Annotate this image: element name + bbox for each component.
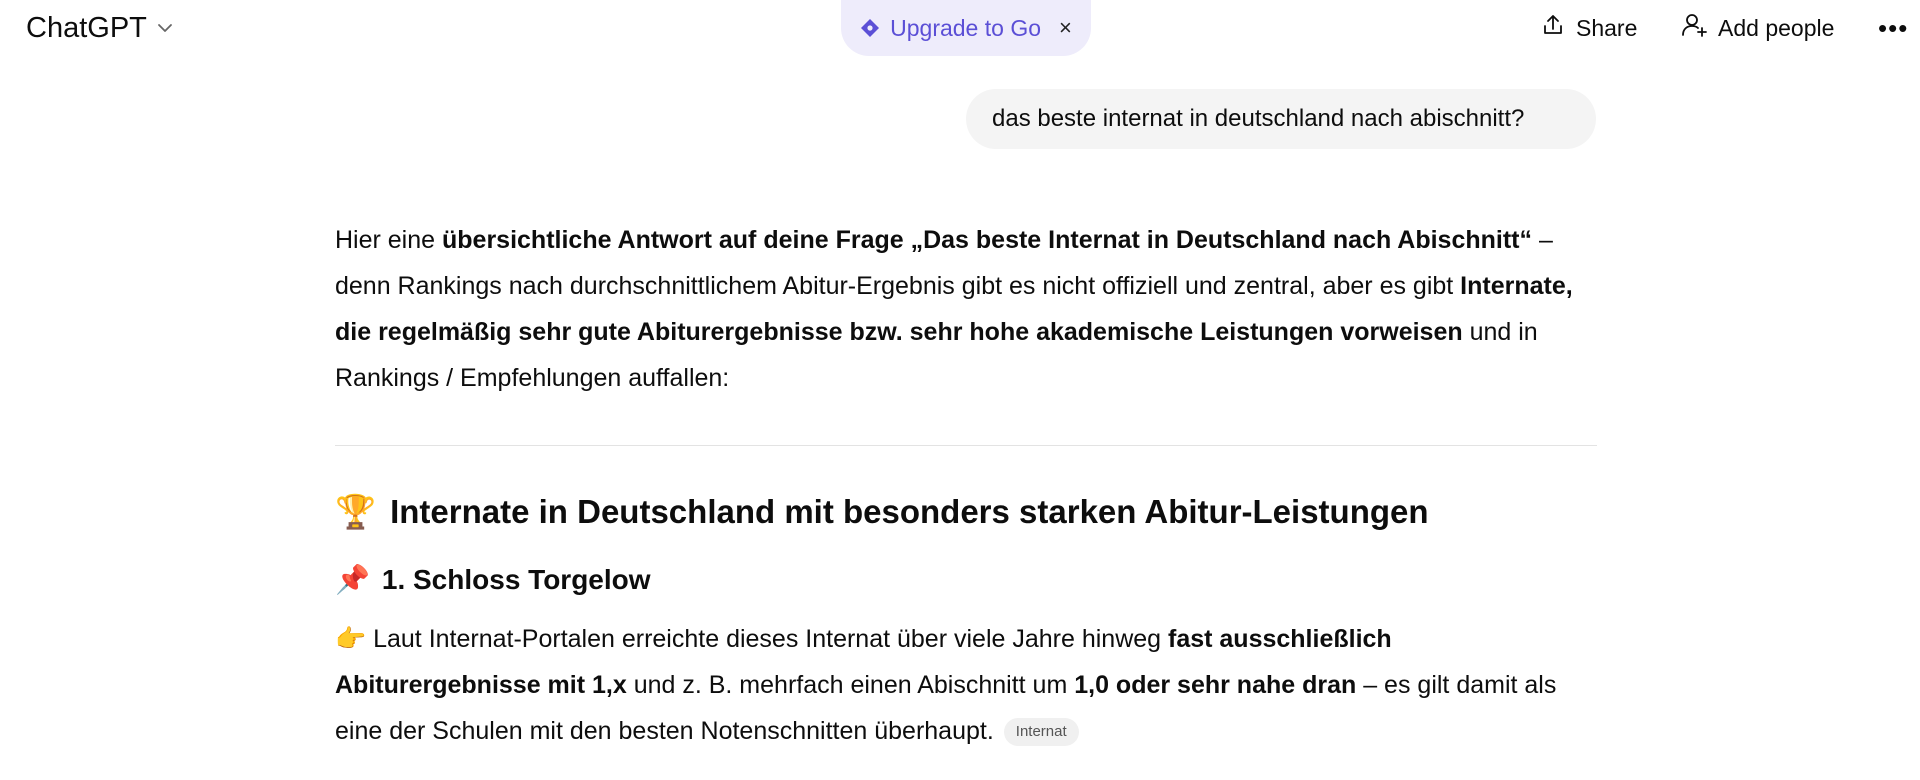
more-options-icon[interactable]: ••• xyxy=(1878,8,1908,48)
share-icon xyxy=(1540,12,1566,44)
add-people-button[interactable]: Add people xyxy=(1680,8,1834,48)
app-title: ChatGPT xyxy=(26,11,147,44)
model-switcher[interactable]: ChatGPT xyxy=(26,10,175,46)
item-bold-2: 1,0 oder sehr nahe dran xyxy=(1074,671,1357,699)
intro-bold-1: übersichtliche Antwort auf deine Frage „… xyxy=(442,226,1532,254)
section-heading: 🏆 Internate in Deutschland mit besonders… xyxy=(335,492,1597,532)
share-button[interactable]: Share xyxy=(1540,8,1637,48)
diamond-icon xyxy=(860,18,880,38)
item-paragraph: 👉 Laut Internat-Portalen erreichte diese… xyxy=(335,616,1597,754)
top-bar: ChatGPT Upgrade to Go × Share Add people… xyxy=(0,0,1920,56)
intro-text-1: Hier eine xyxy=(335,226,442,254)
section-title: Internate in Deutschland mit besonders s… xyxy=(390,493,1429,530)
upgrade-banner[interactable]: Upgrade to Go × xyxy=(841,0,1091,56)
source-chip[interactable]: Internat xyxy=(1003,718,1079,747)
user-message-text: das beste internat in deutschland nach a… xyxy=(992,105,1525,132)
upgrade-label: Upgrade to Go xyxy=(890,14,1041,41)
item-title: 1. Schloss Torgelow xyxy=(381,564,651,595)
add-people-label: Add people xyxy=(1718,14,1835,41)
intro-paragraph: Hier eine übersichtliche Antwort auf dei… xyxy=(335,217,1597,401)
pointing-hand-icon: 👉 xyxy=(335,624,367,653)
close-icon[interactable]: × xyxy=(1059,15,1072,41)
item-text-2: und z. B. mehrfach einen Abischnitt um xyxy=(626,671,1075,699)
trophy-icon: 🏆 xyxy=(335,492,377,531)
chevron-down-icon xyxy=(155,18,175,38)
share-label: Share xyxy=(1576,14,1638,41)
user-message-bubble: das beste internat in deutschland nach a… xyxy=(966,89,1596,149)
item-text-1: Laut Internat-Portalen erreichte dieses … xyxy=(366,625,1168,653)
item-heading: 📌 1. Schloss Torgelow xyxy=(335,562,1597,598)
divider xyxy=(335,445,1597,446)
pushpin-icon: 📌 xyxy=(335,563,370,596)
assistant-response: Hier eine übersichtliche Antwort auf dei… xyxy=(335,217,1597,754)
add-person-icon xyxy=(1680,11,1708,45)
